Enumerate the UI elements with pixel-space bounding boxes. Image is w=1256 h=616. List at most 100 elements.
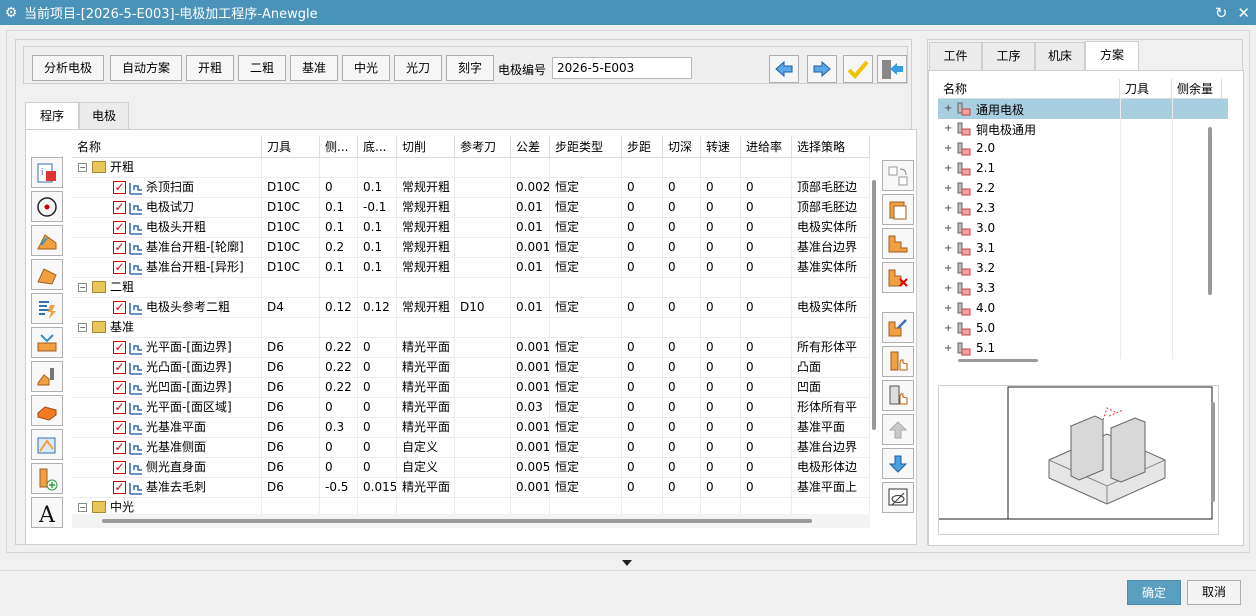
table-row[interactable]: ✓ 电极试刀 D10C 0.1 -0.1 常规开粗 0.01 恒定 0 0 0 0 顶部毛胚边	[72, 198, 870, 218]
scheme-col-side[interactable]: 侧余量	[1172, 79, 1222, 99]
cell-tool[interactable]: D6	[262, 398, 320, 418]
table-row[interactable]: ✓ 光凸面-[面边界] D6 0.22 0 精光平面 0.001 恒定 0 0 0 0 凸面	[72, 358, 870, 378]
cell-steptype[interactable]: 恒定	[550, 378, 622, 398]
cell-step[interactable]: 0	[622, 438, 663, 458]
cell-depth[interactable]: 0	[663, 458, 701, 478]
cell-depth[interactable]: 0	[663, 418, 701, 438]
preview-scroll-thumb[interactable]	[1211, 402, 1215, 502]
cell-tool[interactable]: D6	[262, 418, 320, 438]
scheme-list-item[interactable]: + 铜电极通用	[938, 119, 1228, 139]
cell-speed[interactable]: 0	[701, 478, 741, 498]
cell-tol[interactable]: 0.001	[511, 338, 550, 358]
cell-ref[interactable]	[455, 338, 511, 358]
cell-bottom[interactable]: 0	[358, 418, 397, 438]
table-row[interactable]: ✓ 电极头参考二粗 D4 0.12 0.12 常规开粗 D10 0.01 恒定 0 0 0 0 电极实体所	[72, 298, 870, 318]
cell-side[interactable]: 0	[320, 178, 358, 198]
cell-tool[interactable]: D10C	[262, 198, 320, 218]
table-row[interactable]: ✓ 光基准平面 D6 0.3 0 精光平面 0.001 恒定 0 0 0 0 基准平面	[72, 418, 870, 438]
add-tool-button[interactable]	[31, 463, 63, 494]
cell-bottom[interactable]: 0.1	[358, 178, 397, 198]
cell-tool[interactable]: D6	[262, 438, 320, 458]
cell-feed[interactable]: 0	[741, 458, 792, 478]
cell-side[interactable]: 0.1	[320, 258, 358, 278]
pick-holder-button[interactable]	[882, 380, 914, 411]
cell-strategy[interactable]: 基准台边界	[792, 238, 870, 258]
analyze-electrode-button[interactable]: 分析电极	[32, 55, 104, 81]
cell-tol[interactable]: 0.001	[511, 478, 550, 498]
plan-button[interactable]	[31, 429, 63, 460]
operation-checkbox[interactable]: ✓	[113, 201, 126, 214]
col-strategy[interactable]: 选择策略	[792, 136, 870, 158]
cell-side[interactable]: 0.1	[320, 198, 358, 218]
cell-step[interactable]: 0	[622, 178, 663, 198]
cell-tool[interactable]: D6	[262, 478, 320, 498]
cell-cut[interactable]: 精光平面	[397, 398, 455, 418]
table-row[interactable]: ✓ 光平面-[面区域] D6 0 0 精光平面 0.03 恒定 0 0 0 0 形体所有平	[72, 398, 870, 418]
cell-cut[interactable]: 精光平面	[397, 418, 455, 438]
cell-tool[interactable]: D6	[262, 358, 320, 378]
group-row[interactable]: − 基准	[72, 318, 870, 338]
expand-plus-icon[interactable]: +	[944, 163, 952, 174]
cell-speed[interactable]: 0	[701, 198, 741, 218]
col-step-type[interactable]: 步距类型	[550, 136, 622, 158]
grid-vscroll-thumb[interactable]	[872, 180, 876, 430]
electrode-code-input[interactable]: 2026-5-E003	[552, 57, 692, 79]
cell-tool[interactable]: D10C	[262, 258, 320, 278]
cell-depth[interactable]: 0	[663, 378, 701, 398]
cell-feed[interactable]: 0	[741, 298, 792, 318]
cell-ref[interactable]	[455, 478, 511, 498]
cell-feed[interactable]: 0	[741, 478, 792, 498]
delete-button[interactable]	[882, 262, 914, 293]
scheme-list-item[interactable]: +4.0	[938, 299, 1228, 319]
cell-strategy[interactable]: 凹面	[792, 378, 870, 398]
cancel-button[interactable]: 取消	[1187, 580, 1241, 605]
scheme-list-item[interactable]: +5.1	[938, 339, 1228, 359]
cell-cut[interactable]: 常规开粗	[397, 298, 455, 318]
table-row[interactable]: ✓ 基准去毛刺 D6 -0.5 0.015 精光平面 0.001 恒定 0 0 0 0 基准平面上	[72, 478, 870, 498]
scheme-vscroll-thumb[interactable]	[1208, 127, 1212, 295]
cell-steptype[interactable]: 恒定	[550, 238, 622, 258]
cell-speed[interactable]: 0	[701, 438, 741, 458]
table-row[interactable]: ✓ 光平面-[面边界] D6 0.22 0 精光平面 0.001 恒定 0 0 0 0 所有形体平	[72, 338, 870, 358]
operation-checkbox[interactable]: ✓	[113, 241, 126, 254]
group-row[interactable]: − 开粗	[72, 158, 870, 178]
cell-step[interactable]: 0	[622, 338, 663, 358]
table-row[interactable]: ✓ 杀顶扫面 D10C 0 0.1 常规开粗 0.002 恒定 0 0 0 0 顶部毛胚边	[72, 178, 870, 198]
operation-checkbox[interactable]: ✓	[113, 441, 126, 454]
cell-speed[interactable]: 0	[701, 338, 741, 358]
scheme-col-tool[interactable]: 刀具	[1120, 79, 1172, 99]
col-cut[interactable]: 切削	[397, 136, 455, 158]
scheme-list-item[interactable]: +2.0	[938, 139, 1228, 159]
expand-plus-icon[interactable]: +	[944, 143, 952, 154]
operation-checkbox[interactable]: ✓	[113, 261, 126, 274]
tab-scheme[interactable]: 方案	[1085, 41, 1139, 70]
cell-feed[interactable]: 0	[741, 398, 792, 418]
operation-checkbox[interactable]: ✓	[113, 401, 126, 414]
cell-side[interactable]: 0.22	[320, 378, 358, 398]
cell-strategy[interactable]: 所有形体平	[792, 338, 870, 358]
cell-side[interactable]: 0	[320, 458, 358, 478]
col-feed[interactable]: 进给率	[741, 136, 792, 158]
finish-button[interactable]: 光刀	[394, 55, 442, 81]
cell-steptype[interactable]: 恒定	[550, 198, 622, 218]
cell-step[interactable]: 0	[622, 418, 663, 438]
cell-step[interactable]: 0	[622, 238, 663, 258]
cell-strategy[interactable]: 基准平面	[792, 418, 870, 438]
cell-bottom[interactable]: 0	[358, 438, 397, 458]
cell-depth[interactable]: 0	[663, 398, 701, 418]
cell-cut[interactable]: 常规开粗	[397, 258, 455, 278]
tab-machine[interactable]: 机床	[1035, 42, 1085, 70]
scheme-list-item[interactable]: +3.2	[938, 259, 1228, 279]
cell-side[interactable]: 0.22	[320, 358, 358, 378]
cell-cut[interactable]: 精光平面	[397, 338, 455, 358]
collapse-toggle-icon[interactable]: −	[78, 503, 87, 512]
col-ref-tool[interactable]: 参考刀	[455, 136, 511, 158]
cell-ref[interactable]	[455, 238, 511, 258]
machine-button[interactable]	[31, 361, 63, 392]
cell-ref[interactable]	[455, 198, 511, 218]
cell-cut[interactable]: 精光平面	[397, 378, 455, 398]
move-down-button[interactable]	[882, 448, 914, 479]
cell-speed[interactable]: 0	[701, 178, 741, 198]
collapse-toggle-icon[interactable]: −	[78, 323, 87, 332]
cell-ref[interactable]: D10	[455, 298, 511, 318]
